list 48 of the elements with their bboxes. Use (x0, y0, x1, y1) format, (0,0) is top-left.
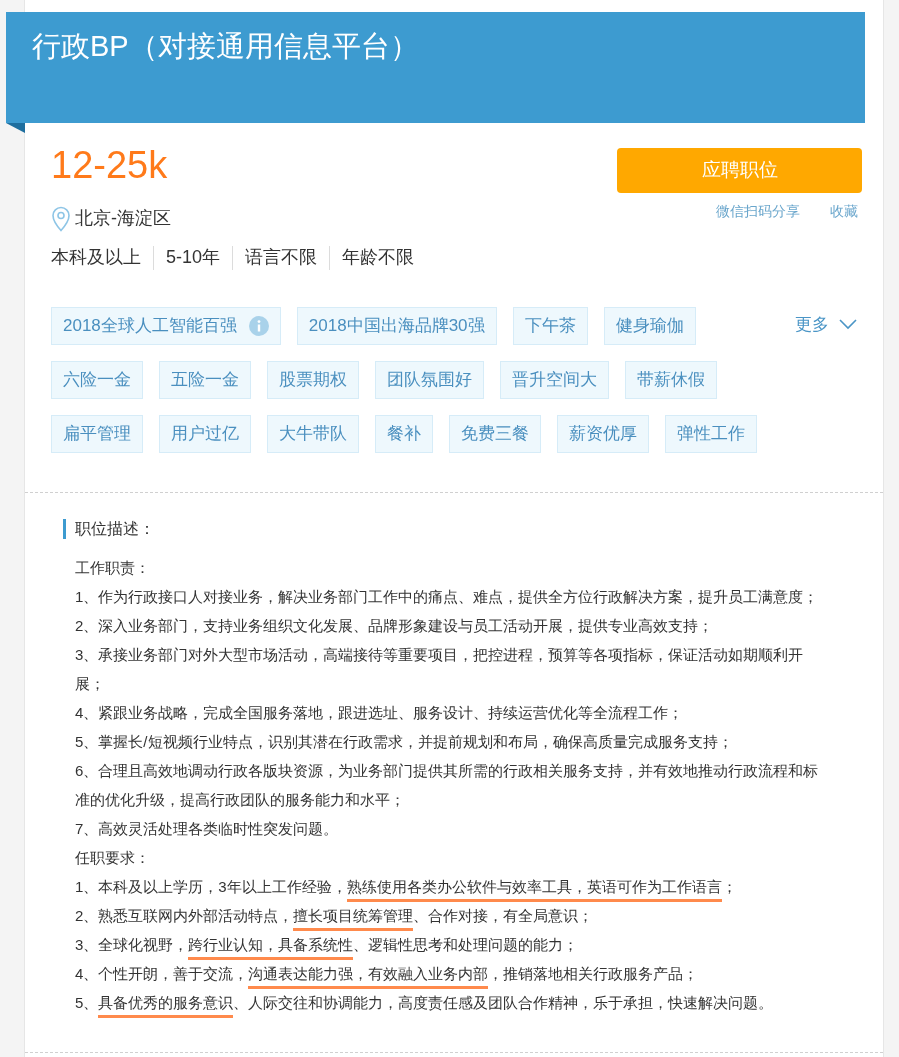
description-line: 7、高效灵活处理各类临时性突发问题。 (75, 819, 340, 839)
requirement: 5-10年 (166, 246, 221, 269)
benefit-tag: 下午茶 (512, 307, 588, 345)
description-line: 1、作为行政接口人对接业务，解决业务部门工作中的痛点、难点，提供全方位行政解决方案，提升员工满意度； (75, 587, 820, 607)
benefit-tag: 2018中国出海品牌30强 (296, 307, 497, 345)
benefit-tag: 弹性工作 (665, 415, 757, 453)
description-line: 5、掌握长/短视频行业特点，识别其潜在行政需求，并提前规划和布局，确保高质量完成服务支持； (75, 732, 734, 752)
benefit-tag: 扁平管理 (51, 415, 143, 453)
benefit-tag: 餐补 (375, 415, 433, 453)
benefit-tag: 五险一金 (159, 361, 251, 399)
requirement: 语言不限 (245, 246, 318, 269)
description-line: 3、全球化视野，跨行业认知，具备系统性、逻辑性思考和处理问题的能力； (75, 930, 823, 959)
job-title: 行政BP（对接通用信息平台） (32, 29, 419, 64)
benefit-tag: 团队氛围好 (375, 361, 484, 399)
chevron-down-icon (839, 319, 857, 331)
info-icon (248, 316, 269, 336)
description-line: 工作职责： (75, 558, 151, 578)
apply-button[interactable]: 应聘职位 (617, 148, 862, 193)
benefit-tag: 大牛带队 (267, 415, 359, 453)
location: 北京-海淀区 (75, 207, 171, 230)
favorite-link[interactable]: 收藏 (830, 201, 858, 222)
description-line: 6、合理且高效地调动行政各版块资源，为业务部门提供其所需的行政相关服务支持，并有效地推动行政流程和标准的优化升级，提高行政团队的服务能力和水平； (75, 761, 820, 810)
location-pin-icon (51, 205, 71, 232)
benefit-tag: 薪资优厚 (557, 415, 649, 453)
description-line: 4、紧跟业务战略，完成全国服务落地，跟进选址、服务设计、持续运营优化等全流程工作； (75, 703, 685, 723)
description-line: 2、熟悉互联网内外部活动特点，擅长项目统筹管理、合作对接，有全局意识； (75, 901, 823, 930)
description-line: 1、本科及以上学历，3年以上工作经验，熟练使用各类办公软件与效率工具，英语可作为工作语言； (75, 872, 823, 901)
banner-fold (6, 123, 25, 133)
salary: 12-25k (51, 143, 168, 187)
benefit-tag: 晋升空间大 (500, 361, 609, 399)
more-link[interactable]: 更多 (795, 312, 857, 338)
benefit-tag: 用户过亿 (159, 415, 251, 453)
benefit-tag: 股票期权 (267, 361, 359, 399)
description-line: 任职要求： (75, 848, 151, 868)
benefit-tag: 带薪休假 (625, 361, 717, 399)
benefit-tag: 免费三餐 (449, 415, 541, 453)
benefit-tag: 六险一金 (51, 361, 143, 399)
section-heading: 职位描述： (75, 519, 155, 539)
requirement: 年龄不限 (342, 246, 415, 269)
benefit-tag: 健身瑜伽 (603, 307, 696, 345)
requirement: 本科及以上 (51, 246, 141, 269)
description-line: 4、个性开朗，善于交流，沟通表达能力强，有效融入业务内部，推销落地相关行政服务产品； (75, 959, 823, 988)
heading-accent-bar (63, 519, 66, 539)
share-link[interactable]: 微信扫码分享 (716, 201, 800, 222)
description-line: 2、深入业务部门，支持业务组织文化发展、品牌形象建设与员工活动开展，提供专业高效支持； (75, 616, 715, 636)
benefit-tag: 2018全球人工智能百强 (51, 307, 281, 345)
description-line: 5、具备优秀的服务意识、人际交往和协调能力，高度责任感及团队合作精神，乐于承担，快速解决问题。 (75, 988, 823, 1017)
description-line: 3、承接业务部门对外大型市场活动，高端接待等重要项目，把控进程，预算等各项指标，保证活动如期顺利开展； (75, 645, 805, 694)
